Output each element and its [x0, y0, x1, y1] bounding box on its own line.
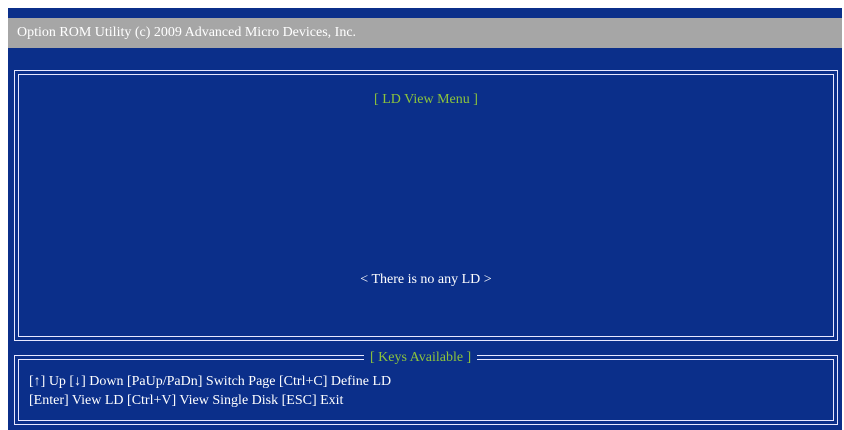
- keys-help-line-1: [↑] Up [↓] Down [PaUp/PaDn] Switch Page …: [29, 374, 392, 389]
- title-bar: Option ROM Utility (c) 2009 Advanced Mic…: [8, 18, 842, 48]
- ld-view-panel-inner-border: [ LD View Menu ] < There is no any LD >: [18, 74, 834, 337]
- bios-screen: Option ROM Utility (c) 2009 Advanced Mic…: [8, 8, 842, 430]
- keys-available-title: [ Keys Available ]: [364, 350, 478, 366]
- keys-help-line-2: [Enter] View LD [Ctrl+V] View Single Dis…: [29, 393, 344, 408]
- ld-view-panel: [ LD View Menu ] < There is no any LD >: [14, 70, 838, 341]
- ld-view-menu-title: [ LD View Menu ]: [374, 92, 478, 107]
- keys-available-panel: [ Keys Available ] [↑] Up [↓] Down [PaUp…: [14, 350, 838, 425]
- keys-panel-inner-border: [ Keys Available ] [↑] Up [↓] Down [PaUp…: [18, 350, 834, 421]
- no-ld-message: < There is no any LD >: [360, 272, 492, 287]
